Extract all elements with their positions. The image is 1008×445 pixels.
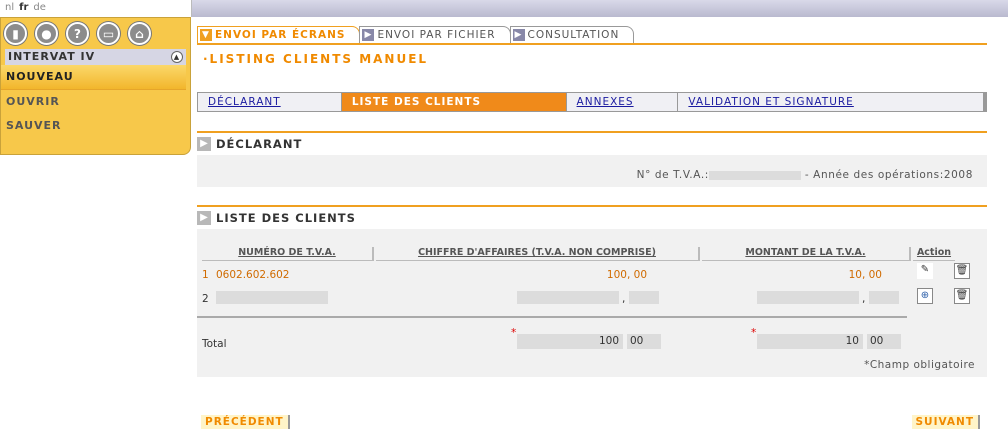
trash-icon[interactable]: 🗑 (954, 263, 970, 279)
trash-icon[interactable]: 🗑 (954, 288, 970, 304)
total-turnover-decimals: 00 (627, 334, 661, 349)
row-number: 1 (202, 269, 209, 281)
divider (197, 316, 907, 318)
year-value: 2008 (943, 169, 973, 181)
help-icon[interactable]: ? (66, 22, 89, 45)
subtab-liste-clients[interactable]: LISTE DES CLIENTS (341, 93, 567, 111)
language-switcher: nl fr de (0, 0, 192, 17)
tva-label: N° de T.V.A.: (636, 169, 709, 181)
edit-icon[interactable]: ✎ (917, 263, 933, 279)
table-row: 2 , , ⊕ 🗑 (197, 288, 987, 311)
section-title: DÉCLARANT (216, 137, 303, 151)
subtab-annexes[interactable]: ANNEXES (567, 93, 679, 111)
tab-label: ENVOI PAR ÉCRANS (215, 29, 346, 41)
row-vat[interactable]: 10, 00 (822, 269, 882, 281)
table-row: 1 0602.602.602 100, 00 10, 00 ✎ 🗑 (197, 263, 987, 289)
sidebar-item-sauver[interactable]: SAUVER (1, 114, 186, 138)
total-row: Total * 100 00 * 10 00 (197, 327, 987, 351)
total-vat: 10 (757, 334, 863, 349)
col-header-turnover: CHIFFRE D'AFFAIRES (T.V.A. NON COMPRISE) (376, 247, 700, 261)
tva-redacted (708, 170, 801, 180)
col-header-vat: MONTANT DE LA T.V.A. (702, 247, 911, 261)
vat-decimals-input[interactable] (869, 291, 899, 304)
clients-section: ▶ LISTE DES CLIENTS NUMÉRO DE T.V.A. CHIF… (197, 205, 987, 377)
tab-label: ENVOI PAR FICHIER (377, 29, 496, 41)
year-label: - Année des opérations: (800, 169, 944, 181)
home-icon[interactable]: ⌂ (128, 22, 151, 45)
tab-envoi-ecrans[interactable]: ▼ ENVOI PAR ÉCRANS (197, 26, 361, 43)
total-turnover: 100 (517, 334, 623, 349)
tab-consultation[interactable]: ▶ CONSULTATION (509, 26, 635, 43)
chevron-down-icon: ▼ (200, 29, 212, 41)
col-header-tva: NUMÉRO DE T.V.A. (202, 247, 374, 261)
door-icon[interactable]: ▮ (4, 22, 27, 45)
lang-nl[interactable]: nl (5, 2, 14, 13)
col-header-action: Action (913, 247, 955, 261)
subtab-link[interactable]: ANNEXES (577, 96, 634, 108)
declarant-info: N° de T.V.A.: - Année des opérations:200… (637, 169, 973, 181)
section-header: ▶ LISTE DES CLIENTS (197, 207, 987, 229)
tva-input[interactable] (216, 291, 328, 304)
subtab-declarant[interactable]: DÉCLARANT (198, 93, 342, 111)
sidebar-icon-row: ▮ ● ? ▭ ⌂ (1, 18, 190, 49)
tab-label: CONSULTATION (527, 29, 620, 41)
decimal-separator: , (862, 293, 866, 305)
next-button[interactable]: SUIVANT (911, 415, 980, 429)
chevron-right-icon: ▶ (197, 137, 211, 151)
print-icon[interactable]: ▭ (97, 22, 120, 45)
collapse-icon[interactable]: ▲ (171, 51, 183, 63)
total-label: Total (202, 338, 227, 350)
vat-input[interactable] (757, 291, 859, 304)
page-header: ·LISTING CLIENTS MANUEL (197, 43, 987, 73)
sidebar-title-text: INTERVAT IV (8, 50, 96, 63)
required-mark: * (751, 327, 757, 339)
chevron-right-icon: ▶ (362, 29, 375, 41)
tab-envoi-fichier[interactable]: ▶ ENVOI PAR FICHIER (359, 26, 511, 43)
sub-tabs: DÉCLARANT LISTE DES CLIENTS ANNEXES VALI… (197, 92, 987, 112)
subtab-validation[interactable]: VALIDATION ET SIGNATURE (678, 93, 983, 111)
sidebar-item-ouvrir[interactable]: OUVRIR (1, 90, 186, 114)
user-icon[interactable]: ● (35, 22, 58, 45)
required-note: *Champ obligatoire (864, 359, 975, 371)
row-tva[interactable]: 0602.602.602 (216, 269, 289, 281)
sidebar-title: INTERVAT IV ▲ (5, 49, 186, 65)
subtab-link[interactable]: VALIDATION ET SIGNATURE (688, 96, 853, 108)
sidebar-item-nouveau[interactable]: NOUVEAU (1, 65, 186, 90)
main-tabs: ▼ ENVOI PAR ÉCRANS ▶ ENVOI PAR FICHIER ▶ CO… (197, 26, 635, 43)
row-number: 2 (202, 293, 209, 305)
lang-de[interactable]: de (33, 2, 46, 13)
total-vat-decimals: 00 (867, 334, 901, 349)
add-icon[interactable]: ⊕ (917, 288, 933, 304)
chevron-right-icon: ▶ (512, 29, 525, 41)
sidebar-panel: ▮ ● ? ▭ ⌂ INTERVAT IV ▲ NOUVEAU OUVRIR SA… (0, 17, 191, 155)
required-mark: * (511, 327, 517, 339)
lang-fr[interactable]: fr (19, 2, 28, 13)
section-title: LISTE DES CLIENTS (216, 211, 356, 225)
section-header: ▶ DÉCLARANT (197, 133, 987, 155)
subtab-link[interactable]: DÉCLARANT (208, 96, 281, 108)
page-title: ·LISTING CLIENTS MANUEL (203, 52, 429, 66)
turnover-decimals-input[interactable] (629, 291, 659, 304)
chevron-right-icon: ▶ (197, 211, 211, 225)
decimal-separator: , (622, 293, 626, 305)
turnover-input[interactable] (517, 291, 619, 304)
row-turnover[interactable]: 100, 00 (587, 269, 647, 281)
declarant-section: ▶ DÉCLARANT N° de T.V.A.: - Année des opé… (197, 131, 987, 187)
previous-button[interactable]: PRÉCÉDENT (201, 415, 290, 429)
